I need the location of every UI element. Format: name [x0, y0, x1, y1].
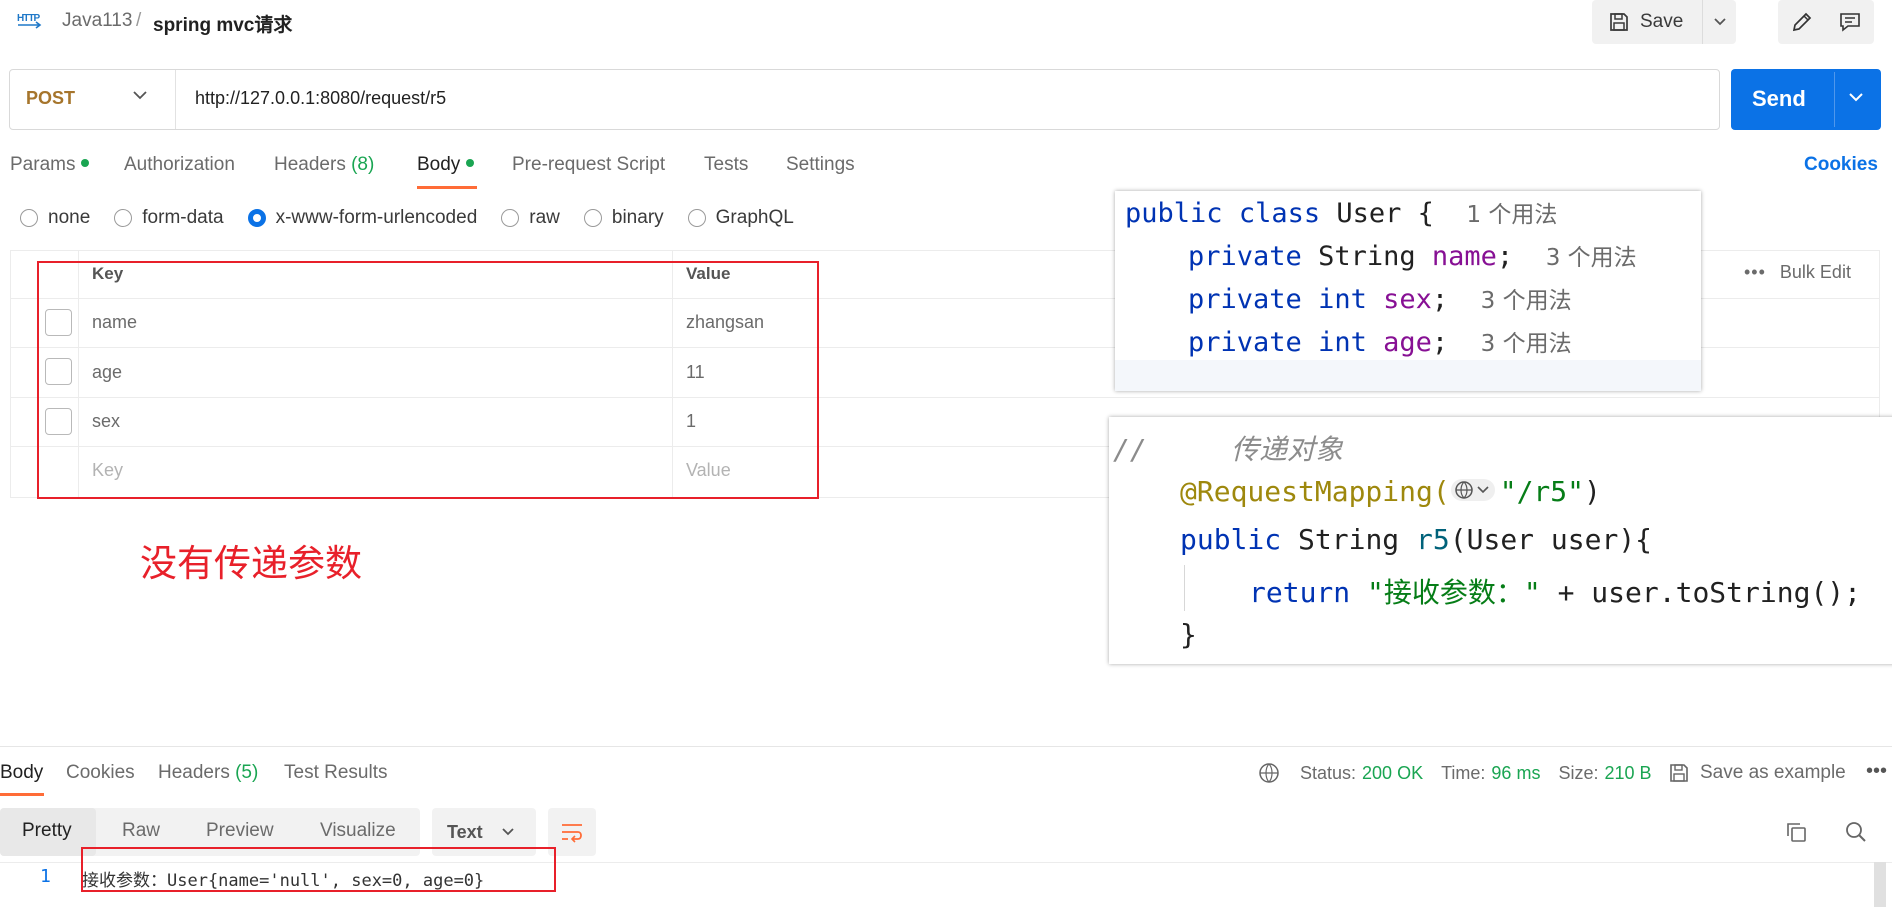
tab-params[interactable]: Params [10, 154, 90, 176]
indent-guide [1184, 565, 1185, 611]
save-icon [1610, 13, 1628, 31]
tab-authorization[interactable]: Authorization [124, 154, 235, 176]
scrollbar-thumb[interactable] [1874, 862, 1886, 907]
save-button[interactable]: Save [1592, 0, 1702, 44]
save-button-label: Save [1640, 11, 1684, 32]
format-pretty[interactable]: Pretty [22, 820, 72, 842]
code-snippet-user: public class User { 1 个用法 private String… [1115, 191, 1701, 391]
response-meta: Status: 200 OK Time: 96 ms Size: 210 B [1258, 762, 1652, 784]
code-line: @RequestMapping("/r5") [1180, 475, 1601, 511]
code-line: public String r5(User user){ [1180, 523, 1653, 556]
chevron-down-icon [502, 828, 514, 836]
http-logo-icon: HTTP [16, 10, 44, 32]
globe-icon[interactable] [1258, 762, 1280, 784]
code-line: private int age; 3 个用法 [1188, 327, 1572, 358]
more-dots-icon: ••• [1744, 262, 1766, 282]
params-dot-icon [81, 158, 90, 167]
code-comment: // 传递对象 [1113, 433, 1344, 466]
radio-selected-icon [247, 209, 266, 227]
response-tab-body[interactable]: Body [0, 762, 43, 784]
radio-icon [583, 209, 602, 227]
comment-icon[interactable] [1838, 10, 1862, 34]
active-response-tab-indicator [0, 793, 44, 796]
cookies-link[interactable]: Cookies [1804, 154, 1878, 176]
copy-icon[interactable] [1784, 820, 1808, 849]
save-icon [1670, 764, 1688, 782]
radio-none[interactable]: none [20, 207, 90, 229]
radio-icon [501, 209, 520, 227]
breadcrumb-current[interactable]: spring mvc请求 [153, 10, 292, 37]
response-tab-headers[interactable]: Headers (5) [158, 762, 258, 784]
response-divider [0, 746, 1892, 747]
chevron-down-icon[interactable] [132, 88, 148, 106]
tab-settings[interactable]: Settings [786, 154, 855, 176]
bulk-edit-button[interactable]: ••• Bulk Edit [1744, 262, 1851, 283]
breadcrumb-parent[interactable]: Java113 [62, 10, 132, 32]
code-snippet-controller: // 传递对象 @RequestMapping("/r5") public St… [1109, 417, 1892, 664]
radio-raw[interactable]: raw [501, 207, 560, 229]
body-dot-icon [466, 158, 475, 167]
format-visualize[interactable]: Visualize [320, 820, 396, 842]
more-options-icon[interactable]: ••• [1866, 760, 1887, 783]
highlight-box-params [37, 261, 819, 499]
radio-icon [114, 209, 133, 227]
save-as-example-button[interactable]: Save as example [1668, 762, 1846, 784]
tab-pre-request-script[interactable]: Pre-request Script [512, 154, 665, 176]
response-tab-test-results[interactable]: Test Results [284, 762, 387, 784]
wrap-lines-icon [562, 824, 582, 843]
code-highlight-band [1115, 360, 1701, 391]
code-line: private String name; 3 个用法 [1188, 241, 1637, 272]
radio-form-data[interactable]: form-data [114, 207, 224, 229]
side-actions [1778, 0, 1874, 44]
code-line: } [1180, 618, 1197, 651]
code-line: return "接收参数：" + user.toString(); [1249, 576, 1862, 609]
format-raw[interactable]: Raw [122, 820, 160, 842]
radio-icon [687, 209, 706, 227]
pencil-icon[interactable] [1790, 10, 1814, 34]
annotation-note: 没有传递参数 [140, 542, 362, 585]
active-tab-indicator [417, 186, 477, 189]
format-preview[interactable]: Preview [206, 820, 274, 842]
method-select[interactable]: POST [26, 88, 75, 109]
radio-icon [20, 209, 38, 227]
line-number: 1 [40, 866, 51, 887]
breadcrumb-separator: / [136, 10, 142, 31]
globe-icon [1450, 476, 1500, 511]
send-button-label: Send [1752, 86, 1806, 111]
search-icon[interactable] [1844, 820, 1868, 849]
status-value: 200 OK [1362, 762, 1424, 783]
size-value: 210 B [1604, 762, 1652, 783]
save-options-button[interactable] [1702, 0, 1736, 44]
response-tab-cookies[interactable]: Cookies [66, 762, 135, 784]
chevron-down-icon[interactable] [1848, 90, 1864, 108]
url-input[interactable]: http://127.0.0.1:8080/request/r5 [195, 88, 446, 109]
radio-binary[interactable]: binary [583, 207, 664, 229]
radio-x-www-form-urlencoded[interactable]: x-www-form-urlencoded [247, 207, 477, 229]
highlight-box-response [81, 847, 556, 892]
radio-graphql[interactable]: GraphQL [687, 207, 794, 229]
code-line: public class User { 1 个用法 [1125, 198, 1558, 229]
tab-tests[interactable]: Tests [704, 154, 748, 176]
tab-body[interactable]: Body [417, 154, 475, 176]
url-divider [175, 70, 176, 129]
chevron-down-icon [1713, 18, 1726, 26]
send-divider [1834, 72, 1835, 127]
body-type-group: none form-data x-www-form-urlencoded raw… [20, 207, 818, 229]
time-value: 96 ms [1491, 762, 1541, 783]
code-line: private int sex; 3 个用法 [1188, 284, 1572, 315]
tab-headers[interactable]: Headers (8) [274, 154, 374, 176]
